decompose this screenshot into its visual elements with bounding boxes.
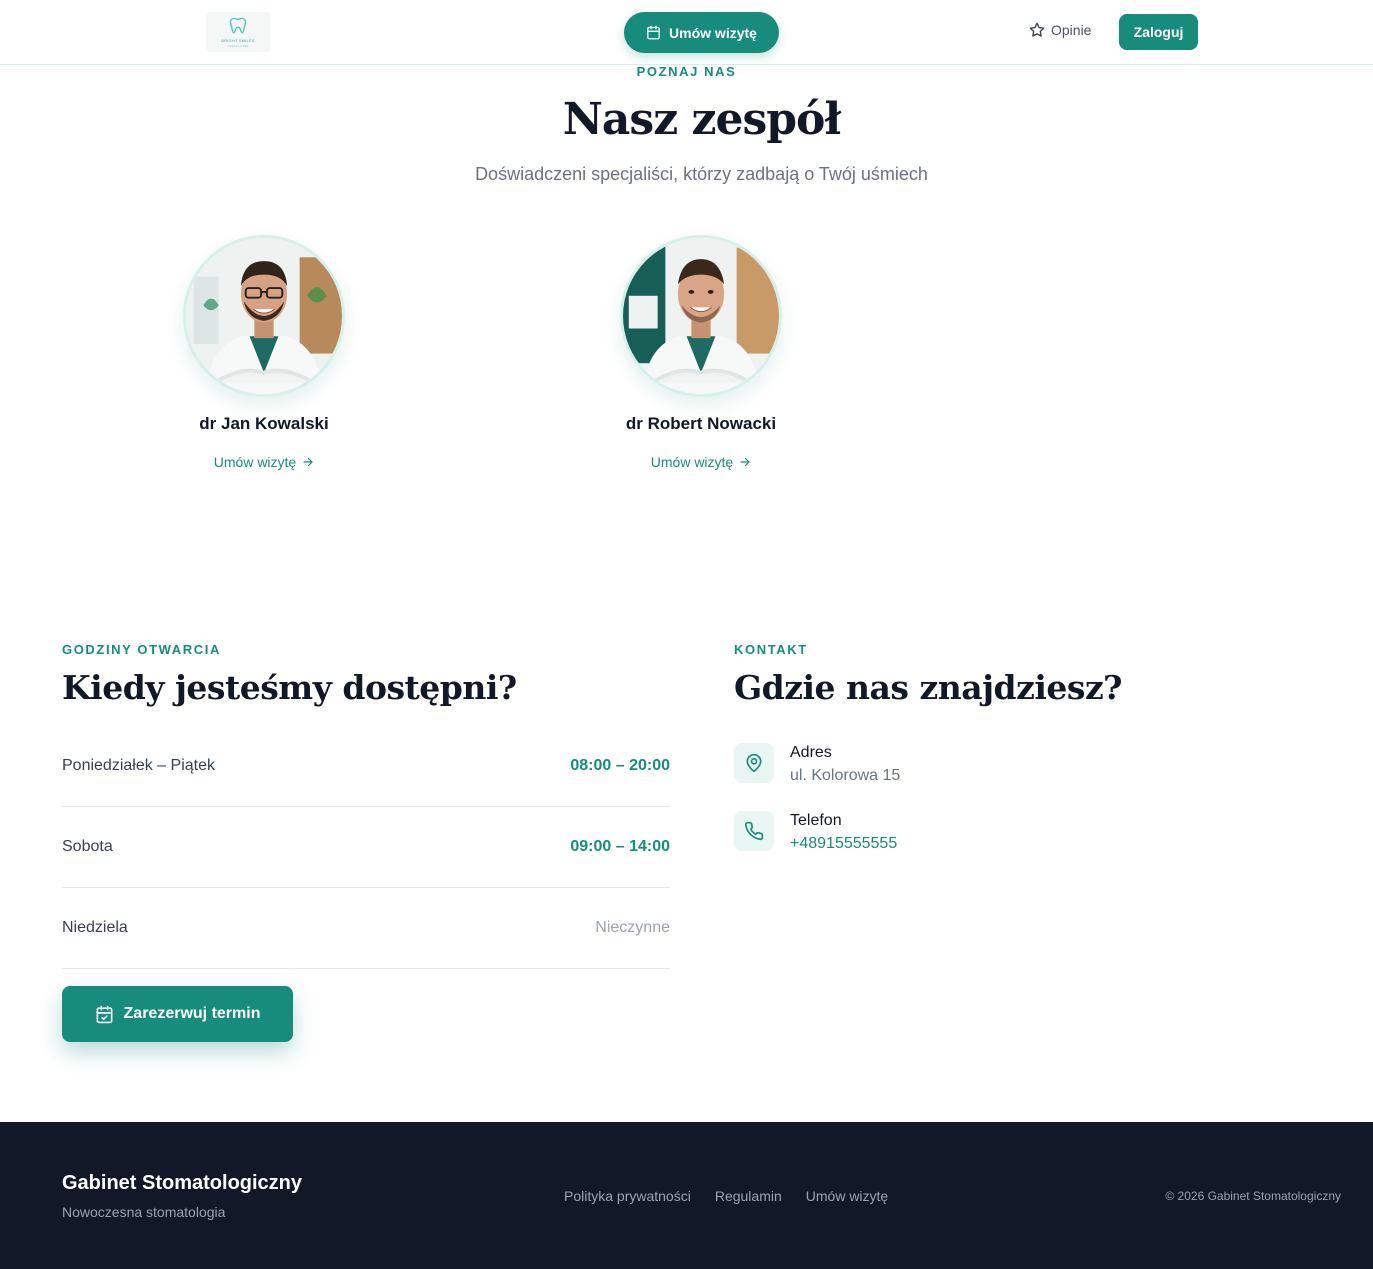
footer-link-terms[interactable]: Regulamin bbox=[715, 1188, 782, 1204]
team-eyebrow: POZNAJ NAS bbox=[636, 64, 737, 79]
phone-icon bbox=[734, 811, 774, 851]
logo-text: BRIGHT SMILES bbox=[221, 38, 255, 43]
footer-links: Polityka prywatności Regulamin Umów wizy… bbox=[564, 1188, 888, 1204]
doctor-book-label: Umów wizytę bbox=[213, 454, 297, 470]
hours-day: Poniedziałek – Piątek bbox=[62, 757, 215, 774]
site-header: BRIGHT SMILES DENTAL CARE Umów wizytę Op… bbox=[0, 0, 1373, 65]
footer-brand: Gabinet Stomatologiczny bbox=[62, 1172, 303, 1194]
contact-phone: Telefon +48915555555 bbox=[734, 811, 897, 853]
login-button[interactable]: Zaloguj bbox=[1119, 14, 1198, 50]
contact-address: Adres ul. Kolorowa 15 bbox=[734, 743, 900, 785]
phone-link[interactable]: +48915555555 bbox=[790, 835, 897, 853]
hours-day: Sobota bbox=[62, 838, 113, 855]
reserve-label: Zarezerwuj termin bbox=[123, 1005, 261, 1022]
footer-tagline: Nowoczesna stomatologia bbox=[62, 1204, 226, 1220]
reviews-label: Opinie bbox=[1051, 22, 1092, 38]
book-visit-label: Umów wizytę bbox=[669, 24, 757, 41]
arrow-right-icon bbox=[740, 457, 750, 467]
hours-eyebrow: GODZINY OTWARCIA bbox=[62, 642, 221, 657]
calendar-icon bbox=[647, 25, 660, 40]
clinic-logo[interactable]: BRIGHT SMILES DENTAL CARE bbox=[206, 12, 270, 52]
doctor-book-link[interactable]: Umów wizytę bbox=[651, 454, 751, 470]
hours-row: Poniedziałek – Piątek 08:00 – 20:00 bbox=[62, 726, 670, 807]
logo-subtext: DENTAL CARE bbox=[227, 44, 249, 48]
phone-label: Telefon bbox=[790, 812, 842, 829]
hours-title: Kiedy jesteśmy dostępni? bbox=[62, 668, 517, 707]
tooth-icon bbox=[229, 17, 247, 34]
team-title: Nasz zespół bbox=[562, 94, 842, 145]
reserve-button[interactable]: Zarezerwuj termin bbox=[62, 986, 293, 1042]
hours-day: Niedziela bbox=[62, 919, 128, 936]
doctor-card: dr Jan Kowalski Umów wizytę bbox=[144, 235, 384, 472]
star-icon bbox=[1029, 22, 1045, 37]
calendar-check-icon bbox=[96, 1005, 112, 1023]
hours-time: 08:00 – 20:00 bbox=[570, 757, 670, 774]
doctor-photo bbox=[183, 235, 345, 397]
doctor-name: dr Jan Kowalski bbox=[199, 414, 329, 433]
contact-title: Gdzie nas znajdziesz? bbox=[734, 668, 1123, 707]
address-label: Adres bbox=[790, 744, 832, 761]
team-subtitle: Doświadczeni specjaliści, którzy zadbają… bbox=[475, 164, 928, 184]
reviews-link[interactable]: Opinie bbox=[1029, 22, 1091, 38]
doctor-photo bbox=[620, 235, 782, 397]
doctor-name: dr Robert Nowacki bbox=[625, 414, 777, 433]
location-pin-icon bbox=[734, 743, 774, 783]
doctor-card: dr Robert Nowacki Umów wizytę bbox=[581, 235, 821, 472]
address-value: ul. Kolorowa 15 bbox=[790, 767, 901, 784]
book-visit-button[interactable]: Umów wizytę bbox=[624, 12, 779, 53]
hours-row: Niedziela Nieczynne bbox=[62, 888, 670, 969]
hours-time: 09:00 – 14:00 bbox=[570, 838, 670, 855]
footer-link-privacy[interactable]: Polityka prywatności bbox=[564, 1188, 691, 1204]
site-footer: Gabinet Stomatologiczny Nowoczesna stoma… bbox=[0, 1122, 1373, 1269]
hours-row: Sobota 09:00 – 14:00 bbox=[62, 807, 670, 888]
contact-eyebrow: KONTAKT bbox=[734, 642, 808, 657]
footer-copyright: © 2026 Gabinet Stomatologiczny bbox=[1165, 1189, 1341, 1203]
footer-link-book[interactable]: Umów wizytę bbox=[806, 1188, 888, 1204]
arrow-right-icon bbox=[303, 457, 313, 467]
doctor-book-label: Umów wizytę bbox=[650, 454, 734, 470]
doctor-book-link[interactable]: Umów wizytę bbox=[214, 454, 314, 470]
hours-closed: Nieczynne bbox=[595, 919, 670, 936]
